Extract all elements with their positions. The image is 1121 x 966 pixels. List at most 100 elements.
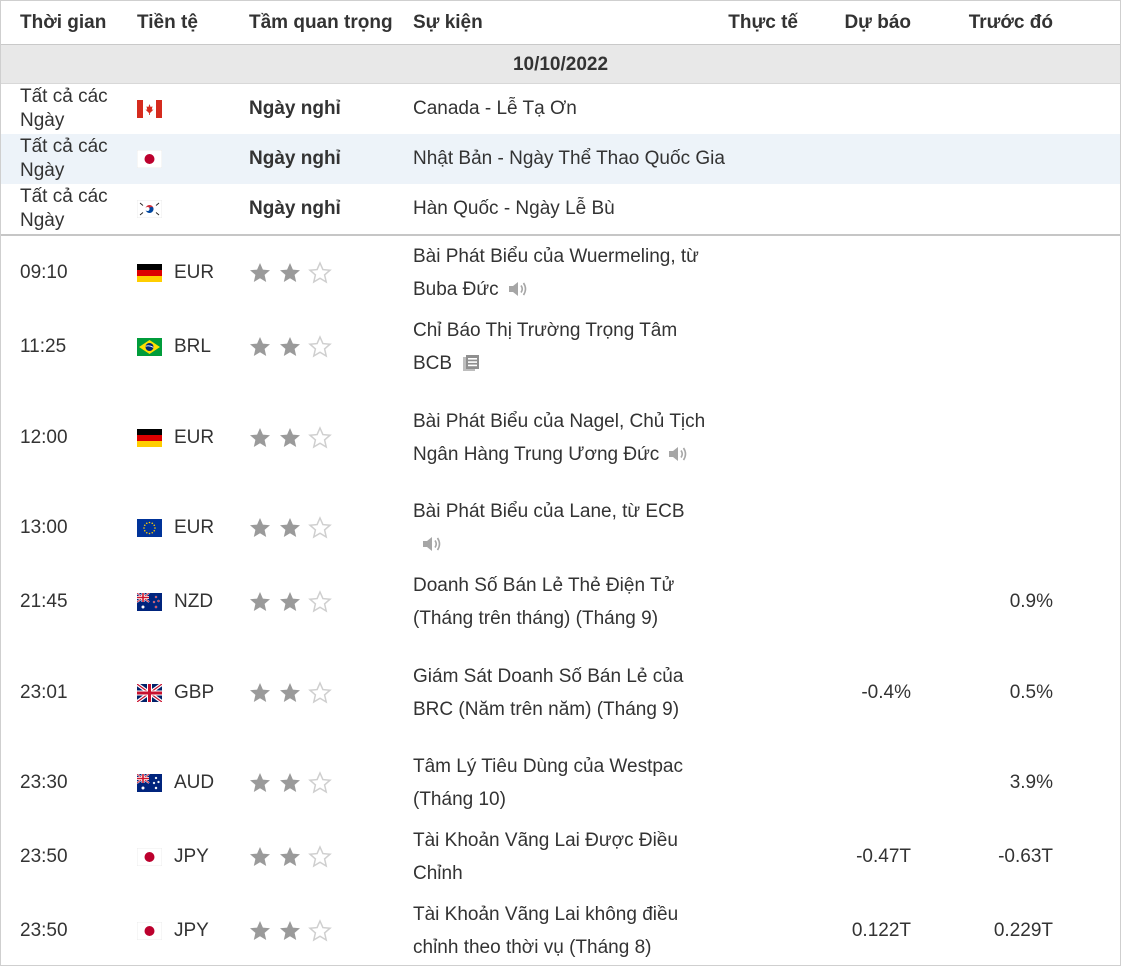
star-empty-icon (308, 261, 332, 285)
speaker-icon[interactable] (667, 441, 689, 461)
star-empty-icon (308, 680, 332, 704)
star-filled-icon (278, 918, 302, 942)
event-row[interactable]: 23:30 AUD Tâm Lý Tiêu Dùng của Westpac (T… (1, 746, 1120, 821)
event-name[interactable]: Doanh Số Bán Lẻ Thẻ Điện Tử (Tháng trên … (413, 569, 713, 635)
event-row[interactable]: 09:10 EUR Bài Phát Biểu của Wuermeling, từ… (1, 236, 1120, 311)
event-name[interactable]: Bài Phát Biểu của Wuermeling, từ Buba Đứ… (413, 240, 713, 306)
importance-stars (248, 516, 338, 540)
event-name[interactable]: Bài Phát Biểu của Nagel, Chủ Tịch Ngân H… (413, 405, 713, 471)
event-name-text[interactable]: Giám Sát Doanh Số Bán Lẻ của BRC (Năm tr… (413, 666, 683, 720)
report-icon[interactable] (460, 350, 482, 371)
star-filled-icon (248, 425, 272, 449)
event-name[interactable]: Tâm Lý Tiêu Dùng của Westpac (Tháng 10) (413, 750, 713, 816)
star-filled-icon (248, 590, 272, 614)
star-empty-icon (308, 590, 332, 614)
event-row[interactable]: 11:25 BRL Chỉ Báo Thị Trường Trọng Tâm BCB (1, 310, 1120, 385)
south-korea-flag (137, 200, 162, 218)
event-name[interactable]: Giám Sát Doanh Số Bán Lẻ của BRC (Năm tr… (413, 660, 713, 726)
all-day-label: Tất cả các Ngày (20, 186, 108, 231)
importance-stars (248, 918, 338, 942)
importance-stars (248, 425, 338, 449)
event-row[interactable]: 23:01 GBP Giám Sát Doanh Số Bán Lẻ của BR… (1, 639, 1120, 747)
header-actual[interactable]: Thực tế (728, 12, 798, 34)
header-event[interactable]: Sự kiện (413, 12, 483, 34)
event-time: 13:00 (20, 517, 68, 538)
star-filled-icon (278, 680, 302, 704)
header-previous[interactable]: Trước đó (969, 12, 1053, 34)
australia-flag (137, 774, 162, 792)
event-name[interactable]: Nhật Bản - Ngày Thể Thao Quốc Gia (413, 147, 873, 171)
holiday-row[interactable]: Tất cả các Ngày Ngày nghỉ Canada - Lễ Tạ … (1, 84, 1120, 135)
star-empty-icon (308, 516, 332, 540)
uk-flag (137, 683, 162, 702)
event-name[interactable]: Chỉ Báo Thị Trường Trọng Tâm BCB (413, 314, 713, 380)
forecast-value: -0.4% (861, 681, 911, 703)
star-filled-icon (278, 335, 302, 359)
event-name-text[interactable]: Chỉ Báo Thị Trường Trọng Tâm BCB (413, 320, 677, 374)
new-zealand-flag (137, 593, 162, 611)
brazil-flag (137, 338, 162, 356)
economic-calendar-table: Thời gian Tiền tệ Tầm quan trọng Sự kiện… (0, 0, 1121, 966)
holiday-row[interactable]: Tất cả các Ngày Ngày nghỉ Hàn Quốc - Ngày… (1, 184, 1120, 236)
forecast-value: 0.122T (851, 919, 911, 941)
importance-stars (248, 590, 338, 614)
japan-flag (137, 150, 162, 168)
star-filled-icon (278, 590, 302, 614)
star-filled-icon (248, 918, 272, 942)
event-row[interactable]: 23:50 JPY Tài Khoản Vãng Lai không điều ch… (1, 894, 1120, 965)
event-name-text[interactable]: Tâm Lý Tiêu Dùng của Westpac (Tháng 10) (413, 756, 683, 810)
header-currency[interactable]: Tiền tệ (137, 12, 198, 34)
header-time[interactable]: Thời gian (20, 12, 106, 34)
currency-code: AUD (174, 772, 215, 793)
all-day-label: Tất cả các Ngày (20, 86, 108, 131)
star-filled-icon (248, 516, 272, 540)
event-name-text[interactable]: Tài Khoản Vãng Lai Được Điều Chỉnh (413, 830, 678, 884)
event-name[interactable]: Tài Khoản Vãng Lai Được Điều Chỉnh (413, 824, 713, 890)
event-name-text[interactable]: Bài Phát Biểu của Nagel, Chủ Tịch Ngân H… (413, 411, 705, 465)
star-filled-icon (278, 845, 302, 869)
star-filled-icon (278, 425, 302, 449)
star-filled-icon (248, 845, 272, 869)
holiday-row[interactable]: Tất cả các Ngày Ngày nghỉ Nhật Bản - Ngày … (1, 134, 1120, 185)
event-name-text[interactable]: Bài Phát Biểu của Lane, từ ECB (413, 501, 685, 522)
event-time: 09:10 (20, 262, 68, 283)
event-name-text[interactable]: Bài Phát Biểu của Wuermeling, từ Buba Đứ… (413, 246, 699, 300)
star-empty-icon (308, 335, 332, 359)
previous-value: 0.5% (1009, 681, 1053, 703)
event-time: 23:50 (20, 846, 68, 867)
event-row[interactable]: 12:00 EUR Bài Phát Biểu của Nagel, Chủ Tịc… (1, 384, 1120, 492)
japan-flag (137, 848, 162, 866)
star-filled-icon (248, 261, 272, 285)
speaker-icon[interactable] (507, 276, 529, 296)
previous-value: 3.9% (1009, 772, 1053, 793)
event-name[interactable]: Canada - Lễ Tạ Ơn (413, 97, 873, 121)
event-name[interactable]: Bài Phát Biểu của Lane, từ ECB (413, 495, 713, 561)
eu-flag (137, 519, 162, 537)
importance-stars (248, 771, 338, 795)
importance-stars (248, 261, 338, 285)
currency-code: BRL (174, 336, 211, 357)
header-forecast[interactable]: Dự báo (844, 12, 911, 34)
currency-code: JPY (174, 919, 209, 941)
event-name-text[interactable]: Doanh Số Bán Lẻ Thẻ Điện Tử (Tháng trên … (413, 575, 674, 629)
event-time: 11:25 (20, 336, 67, 357)
holiday-label: Ngày nghỉ (249, 98, 341, 119)
event-row[interactable]: 23:50 JPY Tài Khoản Vãng Lai Được Điều Chỉ… (1, 820, 1120, 895)
event-row[interactable]: 13:00 EUR Bài Phát Biểu của Lane, từ ECB (1, 491, 1120, 566)
date-row: 10/10/2022 (1, 45, 1120, 84)
star-empty-icon (308, 918, 332, 942)
event-name[interactable]: Hàn Quốc - Ngày Lễ Bù (413, 197, 873, 221)
event-time: 23:50 (20, 919, 68, 941)
header-importance[interactable]: Tầm quan trọng (249, 12, 393, 34)
speaker-icon[interactable] (421, 531, 443, 551)
star-filled-icon (248, 680, 272, 704)
importance-stars (248, 335, 338, 359)
event-time: 23:30 (20, 772, 68, 793)
event-name[interactable]: Tài Khoản Vãng Lai không điều chỉnh theo… (413, 898, 713, 964)
event-row[interactable]: 21:45 NZD Doanh Số Bán Lẻ Thẻ Điện Tử (Th… (1, 565, 1120, 640)
star-filled-icon (248, 771, 272, 795)
forecast-value: -0.47T (856, 846, 911, 867)
currency-code: EUR (174, 517, 215, 538)
event-name-text[interactable]: Tài Khoản Vãng Lai không điều chỉnh theo… (413, 904, 678, 958)
importance-stars (248, 845, 338, 869)
